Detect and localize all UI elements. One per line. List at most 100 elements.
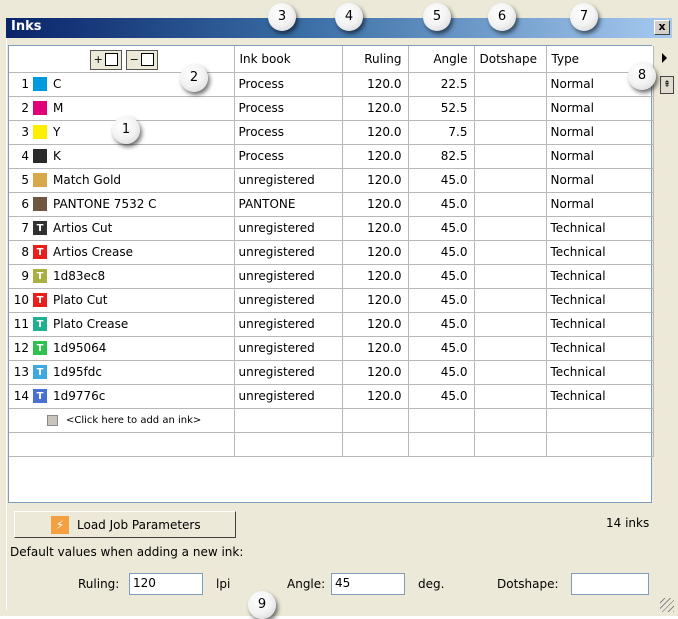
default-dotshape-input[interactable] (571, 573, 649, 595)
ink-angle-cell[interactable]: 45.0 (408, 216, 475, 241)
ink-name-cell[interactable]: 13 T 1d95fdc (9, 360, 235, 385)
ink-dotshape-cell[interactable] (474, 144, 547, 169)
add-ink-row[interactable]: <Click here to add an ink> (9, 408, 654, 433)
ink-row[interactable]: 11 T Plato Crease unregistered 120.0 45.0 Tech… (9, 312, 654, 337)
ink-dotshape-cell[interactable] (474, 96, 547, 121)
scroll-right-arrow-icon[interactable] (662, 53, 667, 63)
ink-dotshape-cell[interactable] (474, 360, 547, 385)
ink-type-cell[interactable]: Normal (546, 120, 654, 145)
ink-dotshape-cell[interactable] (474, 264, 547, 289)
ink-row[interactable]: 4 K Process 120.0 82.5 Normal (9, 144, 654, 169)
ink-swatch-icon[interactable] (33, 125, 47, 139)
ink-row[interactable]: 10 T Plato Cut unregistered 120.0 45.0 Technic… (9, 288, 654, 313)
ink-row[interactable]: 13 T 1d95fdc unregistered 120.0 45.0 Technical (9, 360, 654, 385)
ink-type-cell[interactable]: Technical (546, 240, 654, 265)
ink-swatch-icon[interactable] (33, 173, 47, 187)
column-ruling[interactable]: Ruling (342, 46, 409, 73)
ink-dotshape-cell[interactable] (474, 312, 547, 337)
ink-angle-cell[interactable]: 45.0 (408, 336, 475, 361)
ink-ruling-cell[interactable]: 120.0 (342, 384, 409, 409)
ink-ruling-cell[interactable]: 120.0 (342, 360, 409, 385)
column-dotshape[interactable]: Dotshape (474, 46, 547, 73)
ink-type-cell[interactable]: Normal (546, 144, 654, 169)
ink-type-cell[interactable]: Normal (546, 168, 654, 193)
ink-name-cell[interactable]: 9 T 1d83ec8 (9, 264, 235, 289)
ink-name-cell[interactable]: 5 Match Gold (9, 168, 235, 193)
ink-dotshape-cell[interactable] (474, 216, 547, 241)
ink-type-cell[interactable]: Technical (546, 216, 654, 241)
ink-book-cell[interactable]: Process (234, 96, 343, 121)
ink-type-cell[interactable]: Normal (546, 96, 654, 121)
ink-book-cell[interactable]: Process (234, 120, 343, 145)
pin-button[interactable]: ⇞ (660, 76, 674, 94)
ink-type-cell[interactable]: Technical (546, 360, 654, 385)
ink-row[interactable]: 6 PANTONE 7532 C PANTONE 120.0 45.0 Normal (9, 192, 654, 217)
ink-row[interactable]: 5 Match Gold unregistered 120.0 45.0 Normal (9, 168, 654, 193)
add-ink-cell[interactable]: <Click here to add an ink> (9, 408, 235, 433)
ink-book-cell[interactable]: unregistered (234, 312, 343, 337)
ink-name-cell[interactable]: 12 T 1d95064 (9, 336, 235, 361)
ink-name-cell[interactable]: 10 T Plato Cut (9, 288, 235, 313)
ink-name-cell[interactable]: 8 T Artios Crease (9, 240, 235, 265)
ink-row[interactable]: 12 T 1d95064 unregistered 120.0 45.0 Technical (9, 336, 654, 361)
ink-angle-cell[interactable]: 45.0 (408, 240, 475, 265)
column-ink-book[interactable]: Ink book (234, 46, 343, 73)
ink-type-cell[interactable]: Technical (546, 384, 654, 409)
ink-row[interactable]: 3 Y Process 120.0 7.5 Normal (9, 120, 654, 145)
ink-book-cell[interactable]: unregistered (234, 384, 343, 409)
ink-ruling-cell[interactable]: 120.0 (342, 240, 409, 265)
ink-angle-cell[interactable]: 82.5 (408, 144, 475, 169)
ink-book-cell[interactable]: unregistered (234, 288, 343, 313)
ink-type-cell[interactable]: Technical (546, 288, 654, 313)
ink-angle-cell[interactable]: 52.5 (408, 96, 475, 121)
ink-swatch-icon[interactable]: T (33, 365, 47, 379)
ink-name-cell[interactable]: 4K (9, 144, 235, 169)
ink-row[interactable]: 14 T 1d9776c unregistered 120.0 45.0 Technical (9, 384, 654, 409)
column-angle[interactable]: Angle (408, 46, 475, 73)
default-angle-input[interactable]: 45 (331, 573, 405, 595)
ink-angle-cell[interactable]: 7.5 (408, 120, 475, 145)
ink-angle-cell[interactable]: 45.0 (408, 384, 475, 409)
remove-ink-button[interactable]: − (125, 49, 158, 70)
ink-name-cell[interactable]: 7 T Artios Cut (9, 216, 235, 241)
add-ink-button[interactable]: + (89, 49, 122, 70)
ink-angle-cell[interactable]: 45.0 (408, 312, 475, 337)
ink-dotshape-cell[interactable] (474, 384, 547, 409)
ink-book-cell[interactable]: PANTONE (234, 192, 343, 217)
ink-dotshape-cell[interactable] (474, 240, 547, 265)
ink-angle-cell[interactable]: 45.0 (408, 264, 475, 289)
ink-ruling-cell[interactable]: 120.0 (342, 336, 409, 361)
load-job-parameters-button[interactable]: ⚡ Load Job Parameters (14, 511, 236, 538)
ink-ruling-cell[interactable]: 120.0 (342, 144, 409, 169)
ink-swatch-icon[interactable] (33, 149, 47, 163)
ink-ruling-cell[interactable]: 120.0 (342, 168, 409, 193)
ink-swatch-icon[interactable]: T (33, 341, 47, 355)
ink-angle-cell[interactable]: 22.5 (408, 72, 475, 97)
ink-row[interactable]: 8 T Artios Crease unregistered 120.0 45.0 Tech… (9, 240, 654, 265)
ink-ruling-cell[interactable]: 120.0 (342, 288, 409, 313)
ink-dotshape-cell[interactable] (474, 192, 547, 217)
ink-dotshape-cell[interactable] (474, 168, 547, 193)
ink-book-cell[interactable]: unregistered (234, 216, 343, 241)
ink-angle-cell[interactable]: 45.0 (408, 360, 475, 385)
ink-dotshape-cell[interactable] (474, 120, 547, 145)
ink-row[interactable]: 1 C Process 120.0 22.5 Normal (9, 72, 654, 97)
ink-type-cell[interactable]: Normal (546, 192, 654, 217)
ink-book-cell[interactable]: unregistered (234, 360, 343, 385)
ink-name-cell[interactable]: 11 T Plato Crease (9, 312, 235, 337)
close-button[interactable]: x (654, 20, 670, 35)
ink-ruling-cell[interactable]: 120.0 (342, 192, 409, 217)
ink-ruling-cell[interactable]: 120.0 (342, 72, 409, 97)
ink-book-cell[interactable]: Process (234, 144, 343, 169)
ink-row[interactable]: 2 M Process 120.0 52.5 Normal (9, 96, 654, 121)
ink-dotshape-cell[interactable] (474, 336, 547, 361)
ink-ruling-cell[interactable]: 120.0 (342, 216, 409, 241)
ink-row[interactable]: 9 T 1d83ec8 unregistered 120.0 45.0 Technical (9, 264, 654, 289)
ink-ruling-cell[interactable]: 120.0 (342, 312, 409, 337)
ink-angle-cell[interactable]: 45.0 (408, 192, 475, 217)
ink-swatch-icon[interactable] (33, 197, 47, 211)
ink-row[interactable]: 7 T Artios Cut unregistered 120.0 45.0 Technic… (9, 216, 654, 241)
ink-type-cell[interactable]: Technical (546, 264, 654, 289)
ink-book-cell[interactable]: unregistered (234, 336, 343, 361)
ink-book-cell[interactable]: unregistered (234, 240, 343, 265)
